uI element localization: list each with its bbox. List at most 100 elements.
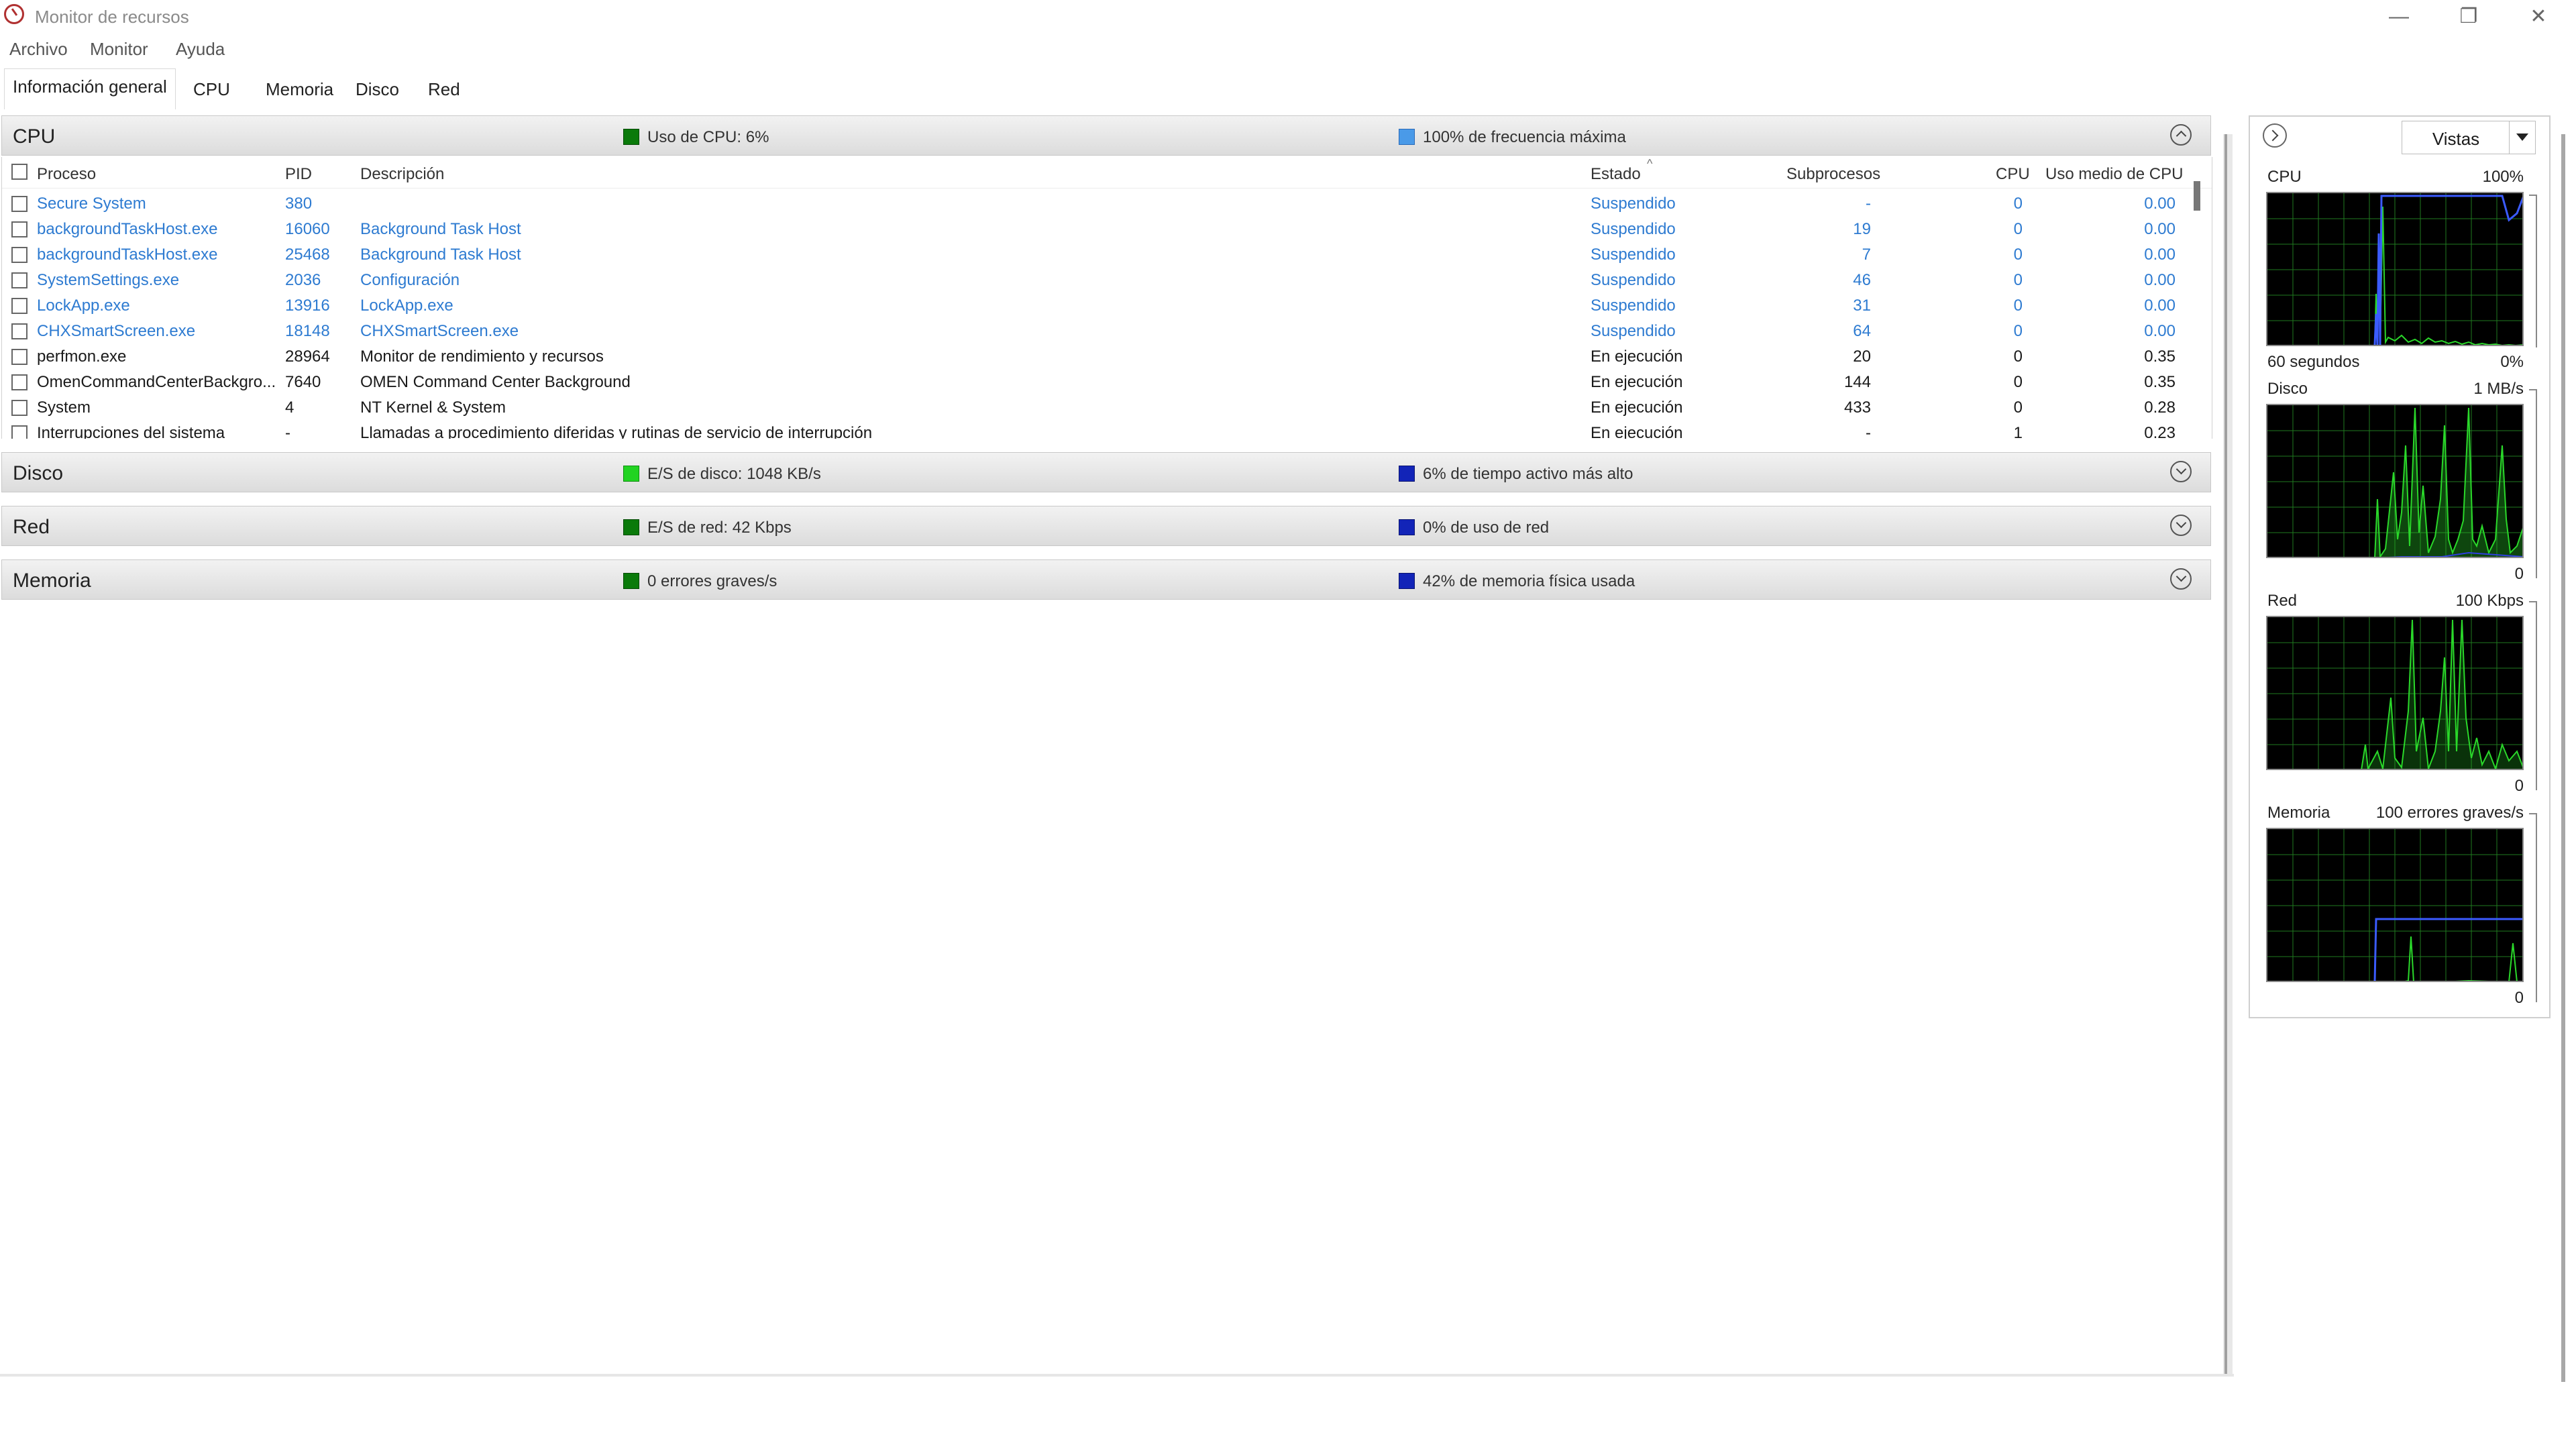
chevron-down-icon[interactable] (2509, 121, 2535, 154)
cell-process: backgroundTaskHost.exe (37, 220, 218, 238)
menu-ayuda[interactable]: Ayuda (176, 39, 225, 60)
table-row[interactable]: backgroundTaskHost.exe 25468 Background Ta… (2, 241, 2189, 267)
memory-graph-footer-right: 0 (2514, 989, 2524, 1007)
cell-process: CHXSmartScreen.exe (37, 322, 196, 340)
views-dropdown[interactable]: Vistas (2402, 121, 2536, 154)
cell-avg-cpu: 0.28 (2144, 398, 2176, 417)
table-row[interactable]: perfmon.exe 28964 Monitor de rendimiento y… (2, 343, 2189, 369)
menu-monitor[interactable]: Monitor (90, 39, 148, 60)
row-checkbox[interactable] (11, 221, 28, 237)
cell-threads: 7 (1862, 246, 1871, 264)
cell-cpu: 0 (2013, 347, 2023, 366)
tab-disk[interactable]: Disco (356, 79, 399, 100)
col-avg-cpu[interactable]: Uso medio de CPU (2045, 165, 2183, 184)
table-row[interactable]: Interrupciones del sistema - Llamadas a pr… (2, 420, 2189, 439)
menu-bar: Archivo Monitor Ayuda (0, 35, 2576, 63)
tab-network[interactable]: Red (428, 79, 460, 100)
col-pid[interactable]: PID (285, 165, 312, 184)
cell-pid: - (285, 424, 290, 439)
col-cpu[interactable]: CPU (1996, 165, 2030, 184)
row-checkbox[interactable] (11, 323, 28, 339)
row-checkbox[interactable] (11, 247, 28, 263)
cell-status: Suspendido (1591, 220, 1676, 238)
cell-avg-cpu: 0.00 (2144, 322, 2176, 340)
table-row[interactable]: System 4 NT Kernel & System En ejecución 433… (2, 394, 2189, 420)
cell-avg-cpu: 0.00 (2144, 297, 2176, 315)
table-scrollbar[interactable] (2194, 181, 2200, 211)
cpu-section-header[interactable]: CPU Uso de CPU: 6% 100% de frecuencia má… (1, 115, 2211, 156)
network-section-header[interactable]: Red E/S de red: 42 Kbps 0% de uso de red (1, 506, 2211, 546)
cell-pid: 2036 (285, 271, 321, 289)
table-header: Proceso PID Descripción Estado ^ Subproc… (2, 157, 2212, 189)
cell-cpu: 0 (2013, 373, 2023, 391)
row-checkbox[interactable] (11, 196, 28, 212)
tab-overview[interactable]: Información general (4, 68, 176, 109)
cell-cpu: 1 (2013, 424, 2023, 439)
memory-section-header[interactable]: Memoria 0 errores graves/s 42% de memori… (1, 559, 2211, 600)
disk-graph-footer-right: 0 (2514, 565, 2524, 583)
table-row[interactable]: Secure System 380 Suspendido - 0 0.00 (2, 191, 2189, 216)
cpu-graph-max: 100% (2482, 168, 2524, 186)
select-all-checkbox[interactable] (11, 164, 28, 180)
row-checkbox[interactable] (11, 400, 28, 416)
col-threads[interactable]: Subprocesos (1786, 165, 1880, 184)
cpu-graph-plot (2267, 193, 2522, 345)
minimize-icon[interactable]: — (2364, 0, 2434, 34)
expand-icon[interactable] (2170, 568, 2192, 590)
row-checkbox[interactable] (11, 272, 28, 288)
cell-avg-cpu: 0.35 (2144, 373, 2176, 391)
cell-status: En ejecución (1591, 398, 1683, 417)
cell-pid: 4 (285, 398, 294, 417)
cell-avg-cpu: 0.00 (2144, 271, 2176, 289)
cell-status: En ejecución (1591, 373, 1683, 391)
cell-description: Llamadas a procedimiento diferidas y rut… (360, 424, 873, 439)
window-title: Monitor de recursos (35, 7, 189, 27)
close-icon[interactable]: ✕ (2504, 0, 2573, 34)
chevron-right-icon[interactable] (2263, 123, 2287, 148)
graphs-scrollbar[interactable] (2561, 134, 2565, 1382)
cell-description: LockApp.exe (360, 297, 453, 315)
menu-archivo[interactable]: Archivo (9, 39, 68, 60)
cell-avg-cpu: 0.00 (2144, 220, 2176, 238)
graph-grid (2267, 193, 2522, 345)
cpu-usage-metric: Uso de CPU: 6% (623, 128, 769, 147)
table-row[interactable]: OmenCommandCenterBackgro... 7640 OMEN Comm… (2, 369, 2189, 394)
cell-process: Secure System (37, 195, 146, 213)
graph-scale-tick (2529, 389, 2537, 578)
restore-icon[interactable]: ❐ (2434, 0, 2504, 34)
col-status[interactable]: Estado (1591, 165, 1641, 184)
disk-section-header[interactable]: Disco E/S de disco: 1048 KB/s 6% de tiem… (1, 452, 2211, 492)
cell-description: OMEN Command Center Background (360, 373, 631, 391)
cell-pid: 25468 (285, 246, 330, 264)
splitter-line (2224, 134, 2227, 1375)
table-row[interactable]: CHXSmartScreen.exe 18148 CHXSmartScreen.ex… (2, 318, 2189, 343)
row-checkbox[interactable] (11, 374, 28, 390)
col-description[interactable]: Descripción (360, 165, 444, 184)
tab-memory[interactable]: Memoria (266, 79, 333, 100)
memory-used-line (2373, 918, 2522, 981)
table-row[interactable]: backgroundTaskHost.exe 16060 Background Ta… (2, 216, 2189, 241)
row-checkbox[interactable] (11, 298, 28, 314)
cell-cpu: 0 (2013, 195, 2023, 213)
disk-graph-label: Disco (2267, 380, 2308, 398)
disk-graph-plot (2267, 405, 2522, 557)
cell-threads: 64 (1853, 322, 1871, 340)
graph-scale-tick (2529, 195, 2537, 347)
tab-cpu[interactable]: CPU (193, 79, 230, 100)
col-process[interactable]: Proceso (37, 165, 96, 184)
row-checkbox[interactable] (11, 349, 28, 365)
sort-arrow-icon: ^ (1647, 157, 1653, 170)
expand-icon[interactable] (2170, 515, 2192, 536)
table-row[interactable]: LockApp.exe 13916 LockApp.exe Suspendido 31 0… (2, 292, 2189, 318)
row-checkbox[interactable] (11, 425, 28, 439)
cell-process: perfmon.exe (37, 347, 127, 366)
cpu-graph-footer-right: 0% (2500, 353, 2524, 371)
network-section-title: Red (13, 516, 50, 538)
process-table: Proceso PID Descripción Estado ^ Subproc… (1, 157, 2212, 439)
expand-icon[interactable] (2170, 461, 2192, 482)
graph-scale-tick (2529, 601, 2537, 790)
table-row[interactable]: SystemSettings.exe 2036 Configuración Suspe… (2, 267, 2189, 292)
cell-pid: 18148 (285, 322, 330, 340)
cell-threads: 433 (1843, 398, 1871, 417)
collapse-icon[interactable] (2170, 124, 2192, 146)
